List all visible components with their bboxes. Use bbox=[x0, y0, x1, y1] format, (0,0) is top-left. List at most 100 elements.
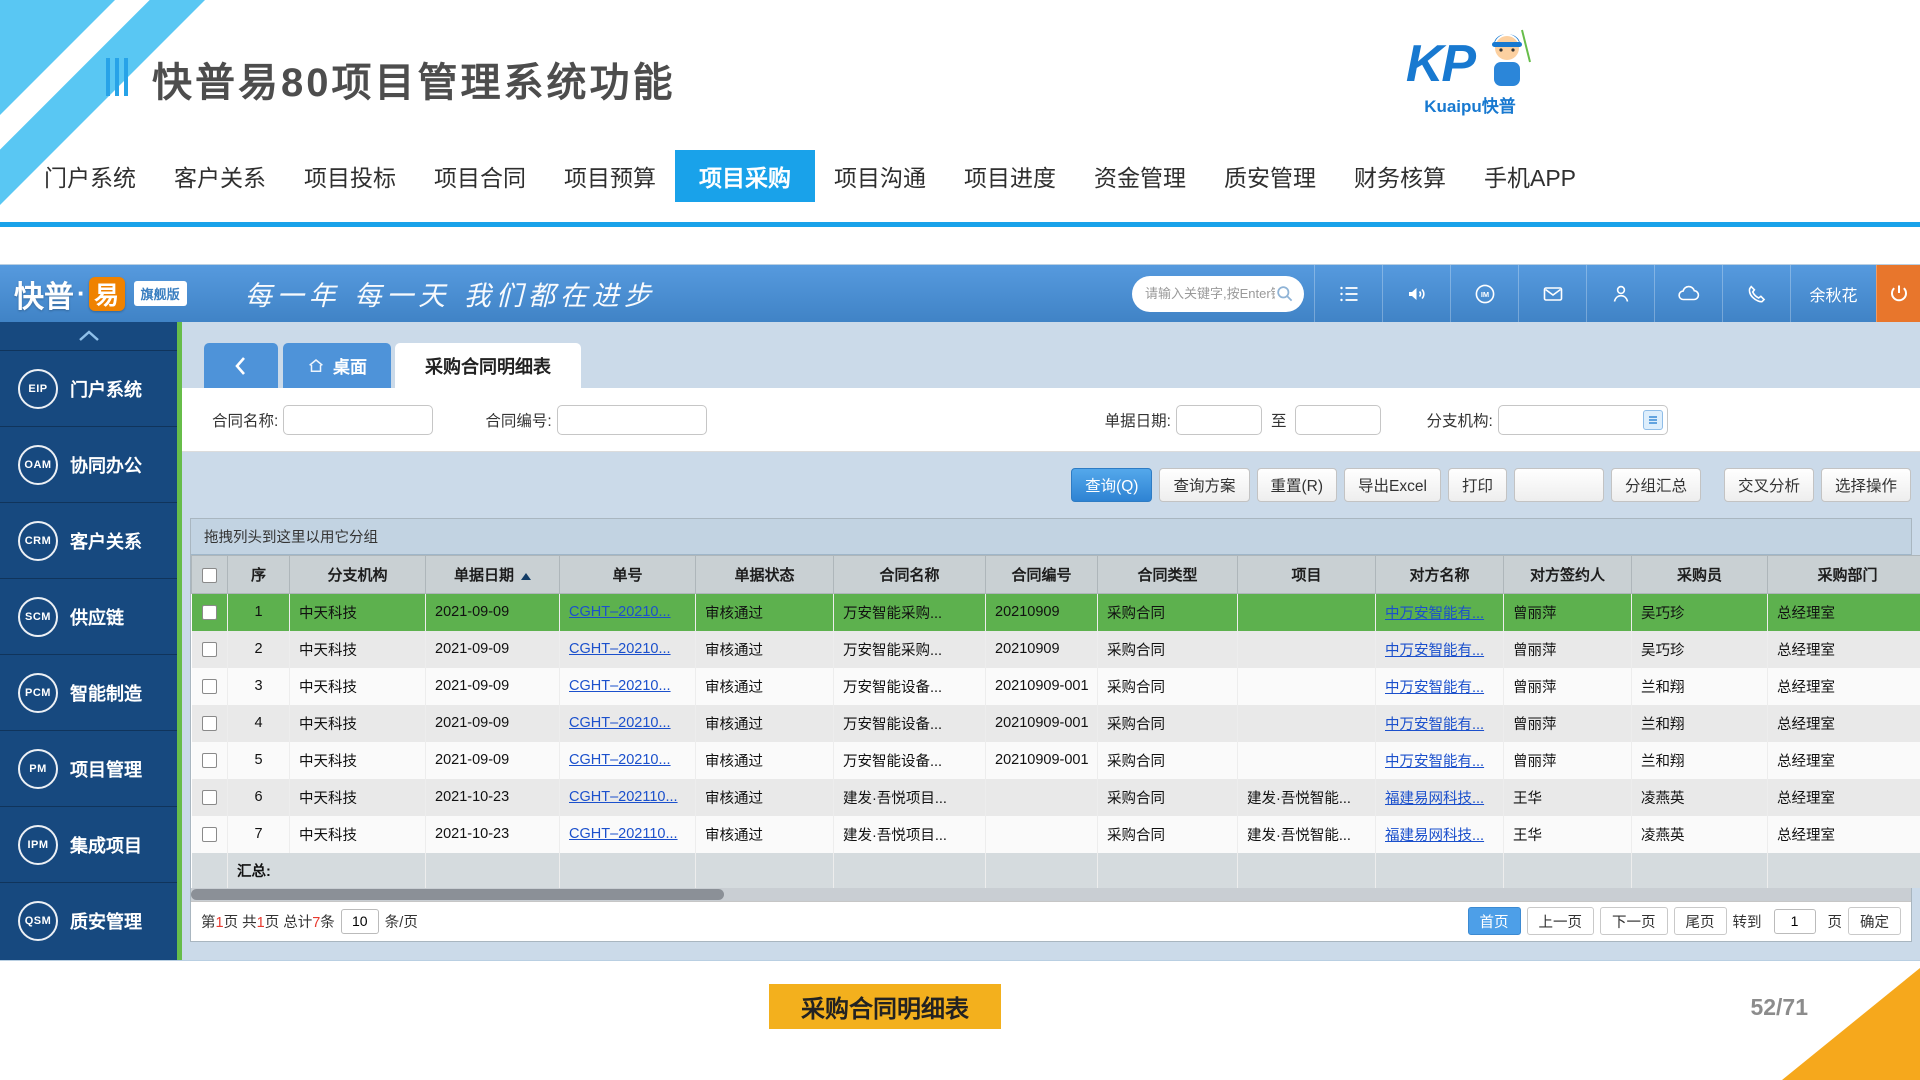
phone-button[interactable] bbox=[1722, 265, 1790, 322]
table-row[interactable]: 7中天科技2021-10-23CGHT–202110...审核通过建发·吾悦项目… bbox=[192, 816, 1920, 853]
top-nav-tab[interactable]: 项目合同 bbox=[415, 150, 545, 202]
search-input[interactable] bbox=[1145, 286, 1275, 301]
horizontal-scrollbar[interactable] bbox=[191, 888, 1911, 901]
doc-no-link[interactable]: CGHT–20210... bbox=[569, 604, 671, 620]
party-name-link[interactable]: 中万安智能有... bbox=[1385, 754, 1484, 770]
date-to-input[interactable] bbox=[1295, 405, 1381, 435]
toolbar-button-blank[interactable] bbox=[1514, 468, 1604, 502]
top-nav-tab[interactable]: 手机APP bbox=[1465, 150, 1595, 202]
toolbar-button[interactable]: 查询(Q) bbox=[1071, 468, 1152, 502]
sidebar-collapse-button[interactable] bbox=[0, 322, 177, 350]
back-button[interactable] bbox=[204, 343, 278, 388]
page-nav-button[interactable]: 下一页 bbox=[1600, 907, 1668, 935]
doc-no-link[interactable]: CGHT–20210... bbox=[569, 678, 671, 694]
logout-button[interactable] bbox=[1876, 265, 1920, 322]
toolbar-button[interactable]: 选择操作 bbox=[1821, 468, 1911, 502]
page-size-input[interactable] bbox=[341, 909, 379, 934]
row-checkbox[interactable] bbox=[202, 753, 217, 768]
top-nav-tab[interactable]: 项目预算 bbox=[545, 150, 675, 202]
im-button[interactable]: IM bbox=[1450, 265, 1518, 322]
row-checkbox[interactable] bbox=[202, 790, 217, 805]
sidebar-item-crm[interactable]: CRM客户关系 bbox=[0, 502, 177, 578]
column-header[interactable]: 合同名称 bbox=[834, 556, 986, 594]
sidebar-item-qsm[interactable]: QSM质安管理 bbox=[0, 882, 177, 958]
column-header[interactable]: 采购员 bbox=[1632, 556, 1768, 594]
column-header[interactable]: 单号 bbox=[560, 556, 696, 594]
top-nav-tab[interactable]: 项目进度 bbox=[945, 150, 1075, 202]
top-nav-tab[interactable]: 资金管理 bbox=[1075, 150, 1205, 202]
branch-picker-button[interactable] bbox=[1643, 410, 1663, 430]
toolbar-button[interactable]: 重置(R) bbox=[1257, 468, 1338, 502]
doc-no-link[interactable]: CGHT–20210... bbox=[569, 752, 671, 768]
sidebar-item-pcm[interactable]: PCM智能制造 bbox=[0, 654, 177, 730]
row-checkbox[interactable] bbox=[202, 827, 217, 842]
tab-desktop[interactable]: 桌面 bbox=[283, 343, 391, 388]
party-name-link[interactable]: 中万安智能有... bbox=[1385, 680, 1484, 696]
party-name-link[interactable]: 福建易网科技... bbox=[1385, 828, 1484, 844]
party-name-link[interactable]: 中万安智能有... bbox=[1385, 717, 1484, 733]
page-nav-button[interactable]: 上一页 bbox=[1527, 907, 1595, 935]
mail-button[interactable] bbox=[1518, 265, 1586, 322]
table-row[interactable]: 4中天科技2021-09-09CGHT–20210...审核通过万安智能设备..… bbox=[192, 705, 1920, 742]
doc-no-link[interactable]: CGHT–202110... bbox=[569, 826, 678, 842]
sidebar-item-oam[interactable]: OAM协同办公 bbox=[0, 426, 177, 502]
table-row[interactable]: 3中天科技2021-09-09CGHT–20210...审核通过万安智能设备..… bbox=[192, 668, 1920, 705]
search-icon[interactable] bbox=[1275, 284, 1294, 303]
select-all-checkbox[interactable] bbox=[202, 568, 217, 583]
page-nav-button[interactable]: 尾页 bbox=[1674, 907, 1727, 935]
cloud-button[interactable] bbox=[1654, 265, 1722, 322]
top-nav-tab[interactable]: 质安管理 bbox=[1205, 150, 1335, 202]
top-nav-tab[interactable]: 财务核算 bbox=[1335, 150, 1465, 202]
speaker-button[interactable] bbox=[1382, 265, 1450, 322]
party-name-link[interactable]: 福建易网科技... bbox=[1385, 791, 1484, 807]
column-header[interactable]: 项目 bbox=[1238, 556, 1376, 594]
goto-confirm-button[interactable]: 确定 bbox=[1848, 907, 1901, 935]
tab-purchase-contract-detail[interactable]: 采购合同明细表 bbox=[395, 343, 581, 388]
toolbar-button[interactable]: 分组汇总 bbox=[1611, 468, 1701, 502]
doc-no-link[interactable]: CGHT–20210... bbox=[569, 715, 671, 731]
user-button[interactable] bbox=[1586, 265, 1654, 322]
party-name-link[interactable]: 中万安智能有... bbox=[1385, 606, 1484, 622]
page-nav-button[interactable]: 首页 bbox=[1468, 907, 1521, 935]
list-button[interactable] bbox=[1314, 265, 1382, 322]
top-nav-tab[interactable]: 项目沟通 bbox=[815, 150, 945, 202]
column-header[interactable]: 单据日期 bbox=[426, 556, 560, 594]
column-header[interactable]: 合同类型 bbox=[1098, 556, 1238, 594]
top-nav-tab[interactable]: 项目采购 bbox=[675, 150, 815, 202]
group-by-hint[interactable]: 拖拽列头到这里以用它分组 bbox=[191, 519, 1911, 555]
table-row[interactable]: 5中天科技2021-09-09CGHT–20210...审核通过万安智能设备..… bbox=[192, 742, 1920, 779]
sidebar-item-pm[interactable]: PM项目管理 bbox=[0, 730, 177, 806]
scrollbar-thumb[interactable] bbox=[191, 889, 724, 900]
top-nav-tab[interactable]: 客户关系 bbox=[155, 150, 285, 202]
toolbar-button[interactable]: 导出Excel bbox=[1344, 468, 1441, 502]
column-header[interactable]: 采购部门 bbox=[1768, 556, 1920, 594]
doc-no-link[interactable]: CGHT–202110... bbox=[569, 789, 678, 805]
column-header[interactable]: 对方名称 bbox=[1376, 556, 1504, 594]
row-checkbox[interactable] bbox=[202, 716, 217, 731]
party-name-link[interactable]: 中万安智能有... bbox=[1385, 643, 1484, 659]
sidebar-item-eip[interactable]: EIP门户系统 bbox=[0, 350, 177, 426]
table-row[interactable]: 6中天科技2021-10-23CGHT–202110...审核通过建发·吾悦项目… bbox=[192, 779, 1920, 816]
goto-page-input[interactable] bbox=[1774, 909, 1816, 934]
top-nav-tab[interactable]: 门户系统 bbox=[25, 150, 155, 202]
sidebar-item-scm[interactable]: SCM供应链 bbox=[0, 578, 177, 654]
row-checkbox[interactable] bbox=[202, 679, 217, 694]
column-header[interactable]: 对方签约人 bbox=[1504, 556, 1632, 594]
sidebar-item-ipm[interactable]: IPM集成项目 bbox=[0, 806, 177, 882]
toolbar-button[interactable]: 打印 bbox=[1448, 468, 1507, 502]
column-header[interactable]: 合同编号 bbox=[986, 556, 1098, 594]
column-header[interactable]: 序 bbox=[228, 556, 290, 594]
row-checkbox[interactable] bbox=[202, 642, 217, 657]
table-row[interactable]: 1中天科技2021-09-09CGHT–20210...审核通过万安智能采购..… bbox=[192, 594, 1920, 631]
column-header[interactable]: 单据状态 bbox=[696, 556, 834, 594]
toolbar-button[interactable]: 交叉分析 bbox=[1724, 468, 1814, 502]
toolbar-button[interactable]: 查询方案 bbox=[1159, 468, 1249, 502]
contract-no-input[interactable] bbox=[557, 405, 707, 435]
contract-name-input[interactable] bbox=[283, 405, 433, 435]
date-from-input[interactable] bbox=[1176, 405, 1262, 435]
user-name[interactable]: 余秋花 bbox=[1790, 265, 1876, 322]
doc-no-link[interactable]: CGHT–20210... bbox=[569, 641, 671, 657]
column-header[interactable]: 分支机构 bbox=[290, 556, 426, 594]
top-nav-tab[interactable]: 项目投标 bbox=[285, 150, 415, 202]
table-row[interactable]: 2中天科技2021-09-09CGHT–20210...审核通过万安智能采购..… bbox=[192, 631, 1920, 668]
